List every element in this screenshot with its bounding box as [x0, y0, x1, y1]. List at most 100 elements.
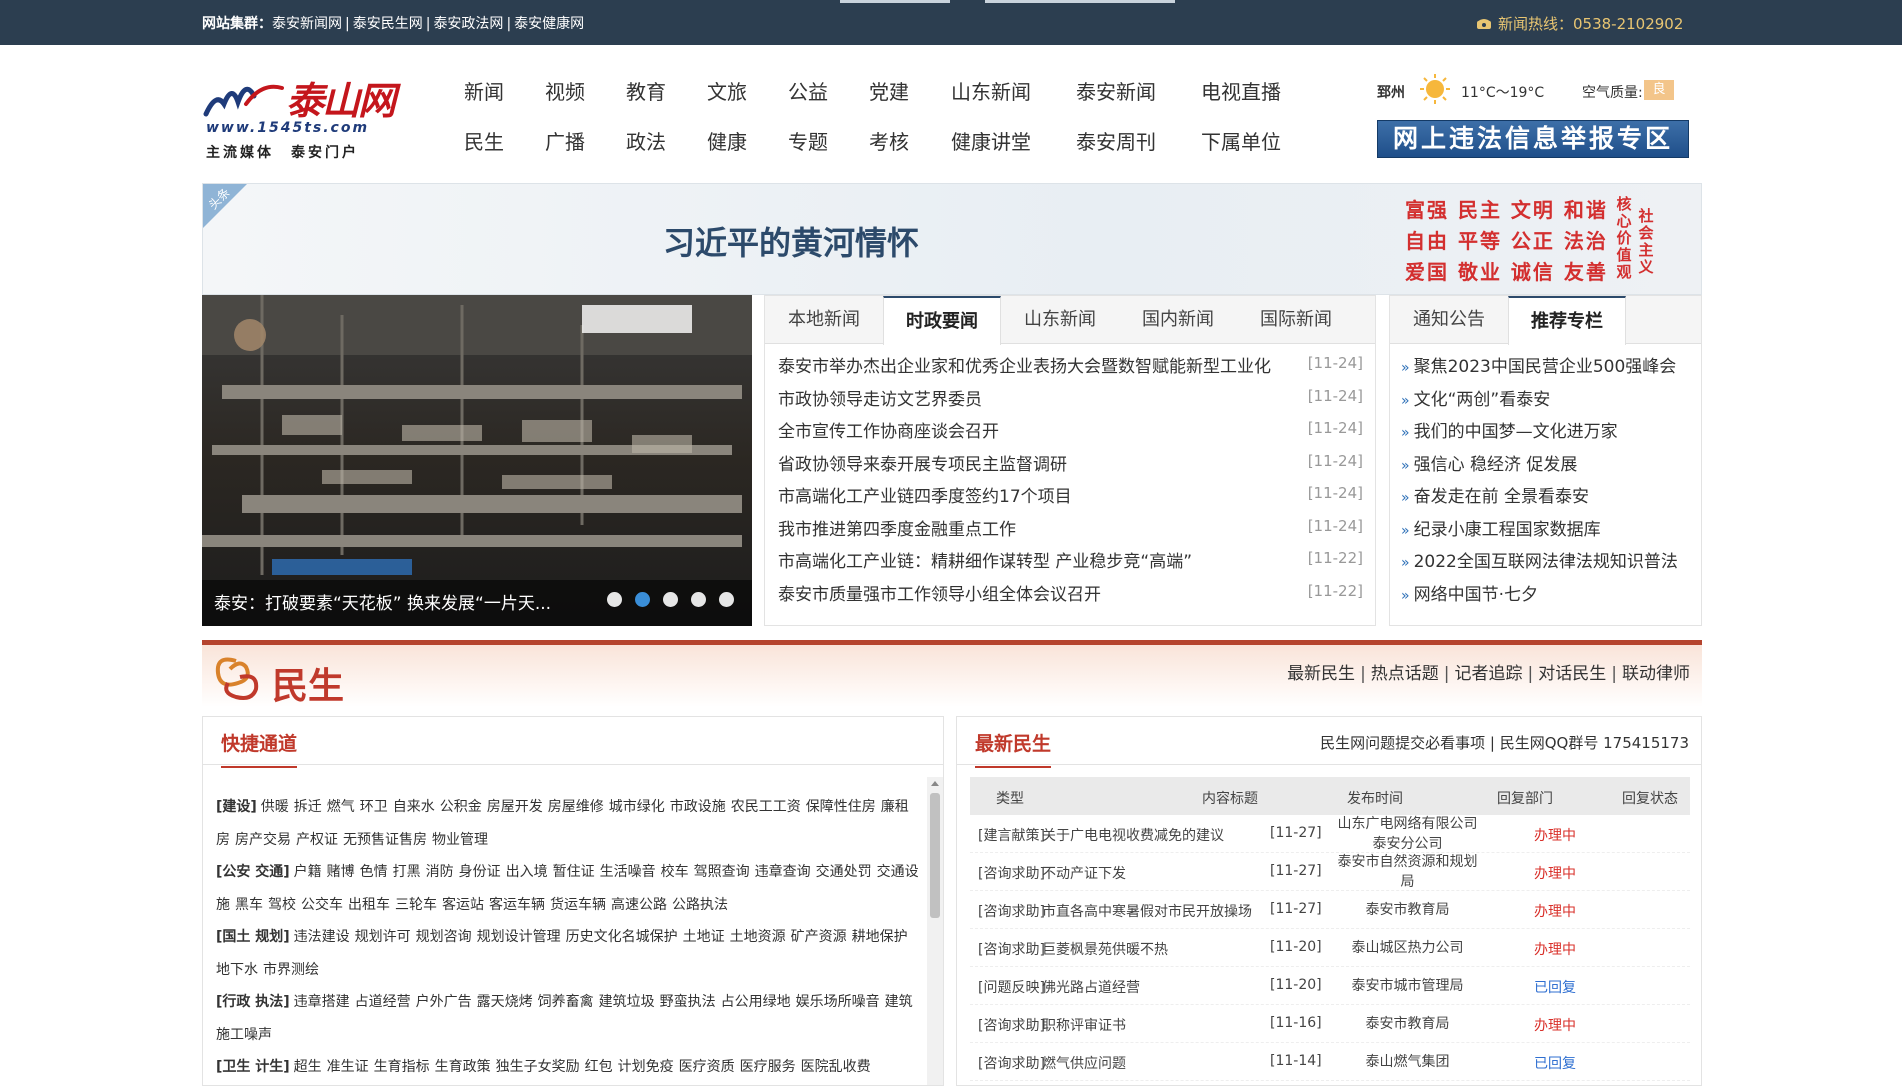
recommend-item[interactable]: » 网络中国节·七夕 [1401, 576, 1697, 609]
quick-channel-scrollbar[interactable] [927, 777, 943, 1085]
nav-item[interactable]: 泰安周刊 [1076, 126, 1156, 155]
quick-link[interactable]: 生育指标 [374, 1059, 430, 1075]
core-values[interactable]: 富强 民主 文明 和谐 自由 平等 公正 法治 爱国 敬业 诚信 友善 核心价值… [1405, 192, 1654, 288]
quick-link[interactable]: 土地资源 [730, 929, 786, 945]
quick-link[interactable]: 市界测绘 [263, 962, 319, 978]
table-row[interactable]: [咨询求助] 市直各高中寒暑假对市民开放操场 [11-27] 泰安市教育局 办理中 [970, 891, 1690, 929]
tab-local-news[interactable]: 本地新闻 [765, 296, 883, 344]
quick-link[interactable]: 三轮车 [395, 897, 437, 913]
quick-link[interactable]: 户籍 [294, 864, 322, 880]
nav-item[interactable]: 电视直播 [1201, 76, 1281, 105]
quick-link[interactable]: 消防 [426, 864, 454, 880]
nav-item[interactable]: 泰安新闻 [1076, 76, 1156, 105]
quick-link[interactable]: 供暖 [261, 799, 289, 815]
quick-link[interactable]: 户外广告 [416, 994, 472, 1010]
quick-link[interactable]: 打黑 [393, 864, 421, 880]
minsheng-link[interactable]: 记者追踪 [1455, 664, 1523, 684]
tab-domestic-news[interactable]: 国内新闻 [1119, 296, 1237, 344]
cluster-link[interactable]: 泰安民生网 [353, 16, 423, 32]
quick-link[interactable]: 准生证 [327, 1059, 369, 1075]
nav-item[interactable]: 广播 [545, 126, 585, 155]
quick-link[interactable]: 暂住证 [553, 864, 595, 880]
quick-link[interactable]: 公交车 [301, 897, 343, 913]
quick-link[interactable]: 占公用绿地 [721, 994, 791, 1010]
quick-link[interactable]: 生育政策 [435, 1059, 491, 1075]
quick-link[interactable]: 医院乱收费 [801, 1059, 871, 1075]
quick-link[interactable]: 驾校 [268, 897, 296, 913]
quick-link[interactable]: 超生 [294, 1059, 322, 1075]
quick-link[interactable]: 驾照查询 [694, 864, 750, 880]
quick-link[interactable]: 计划免疫 [618, 1059, 674, 1075]
news-item[interactable]: 泰安市质量强市工作领导小组全体会议召开 [11-22] [778, 576, 1363, 609]
quick-link[interactable]: 露天烧烤 [477, 994, 533, 1010]
table-row[interactable]: [咨询求助] 燃气供应问题 [11-14] 泰山燃气集团 已回复 [970, 1043, 1690, 1081]
quick-link[interactable]: 地下水 [216, 962, 258, 978]
quick-link[interactable]: 生活噪音 [600, 864, 656, 880]
qq-group-link[interactable]: 民生网QQ群号 175415173 [1500, 734, 1689, 752]
cell-title[interactable]: 关于广电电视收费减免的建议 [1042, 825, 1224, 845]
nav-item[interactable]: 下属单位 [1201, 126, 1281, 155]
quick-link[interactable]: 建筑垃圾 [599, 994, 655, 1010]
quick-link[interactable]: 独生子女奖励 [496, 1059, 580, 1075]
quick-link[interactable]: 农民工工资 [731, 799, 801, 815]
quick-link[interactable]: 校车 [661, 864, 689, 880]
quick-link[interactable]: 红包 [585, 1059, 613, 1075]
recommend-item[interactable]: » 奋发走在前 全景看泰安 [1401, 478, 1697, 511]
quick-link[interactable]: 违章搭建 [294, 994, 350, 1010]
quick-link[interactable]: 违法建设 [294, 929, 350, 945]
quick-link[interactable]: 房产交易 [235, 832, 291, 848]
headline-title[interactable]: 习近平的黄河情怀 [663, 218, 919, 264]
quick-link[interactable]: 客运车辆 [489, 897, 545, 913]
report-banner[interactable]: 网上违法信息举报专区 [1377, 120, 1689, 158]
cell-title[interactable]: 市直各高中寒暑假对市民开放操场 [1042, 901, 1252, 921]
quick-link[interactable]: 环卫 [360, 799, 388, 815]
cluster-link[interactable]: 泰安政法网 [433, 16, 503, 32]
recommend-item[interactable]: » 文化“两创”看泰安 [1401, 381, 1697, 414]
minsheng-link[interactable]: 对话民生 [1538, 664, 1606, 684]
nav-item[interactable]: 健康 [707, 126, 747, 155]
tab-notices[interactable]: 通知公告 [1390, 296, 1508, 344]
quick-link[interactable]: 城市绿化 [609, 799, 665, 815]
quick-link[interactable]: 无预售证售房 [343, 832, 427, 848]
slider-dot[interactable] [663, 592, 678, 607]
quick-link[interactable]: 色情 [360, 864, 388, 880]
nav-item[interactable]: 新闻 [464, 76, 504, 105]
quick-link[interactable]: 交通处罚 [816, 864, 872, 880]
news-item[interactable]: 泰安市举办杰出企业家和优秀企业表扬大会暨数智赋能新型工业化 [11-24] [778, 348, 1363, 381]
slider-dot[interactable] [719, 592, 734, 607]
nav-item[interactable]: 专题 [788, 126, 828, 155]
nav-item[interactable]: 文旅 [707, 76, 747, 105]
news-item[interactable]: 我市推进第四季度金融重点工作 [11-24] [778, 511, 1363, 544]
quick-link[interactable]: 违章查询 [755, 864, 811, 880]
quick-link[interactable]: 历史文化名城保护 [566, 929, 678, 945]
nav-item[interactable]: 考核 [869, 126, 909, 155]
cell-title[interactable]: 不动产证下发 [1042, 863, 1126, 883]
cluster-link[interactable]: 泰安健康网 [514, 16, 584, 32]
table-row[interactable]: [建言献策] 关于广电电视收费减免的建议 [11-27] 山东广电网络有限公司泰安分公… [970, 815, 1690, 853]
recommend-item[interactable]: » 聚焦2023中国民营企业500强峰会 [1401, 348, 1697, 381]
nav-item[interactable]: 山东新闻 [951, 76, 1031, 105]
nav-item[interactable]: 民生 [464, 126, 504, 155]
cluster-link[interactable]: 泰安新闻网 [272, 16, 342, 32]
submit-notice-link[interactable]: 民生网问题提交必看事项 [1320, 734, 1485, 752]
quick-link[interactable]: 房屋维修 [548, 799, 604, 815]
nav-item[interactable]: 政法 [626, 126, 666, 155]
nav-item[interactable]: 公益 [788, 76, 828, 105]
cell-title[interactable]: 巨菱枫景苑供暖不热 [1042, 939, 1168, 959]
quick-link[interactable]: 高速公路 [611, 897, 667, 913]
news-item[interactable]: 市政协领导走访文艺界委员 [11-24] [778, 381, 1363, 414]
slider-dot[interactable] [691, 592, 706, 607]
table-row[interactable]: [问题反映] 佛光路占道经营 [11-20] 泰安市城市管理局 已回复 [970, 967, 1690, 1005]
quick-link[interactable]: 娱乐场所噪音 [796, 994, 880, 1010]
image-slider[interactable]: 泰安：打破要素“天花板” 换来发展“一片天... [202, 295, 752, 626]
quick-link[interactable]: 出入境 [506, 864, 548, 880]
scroll-thumb[interactable] [930, 793, 940, 918]
news-item[interactable]: 市高端化工产业链：精耕细作谋转型 产业稳步竞“高端” [11-22] [778, 543, 1363, 576]
tab-politics-news[interactable]: 时政要闻 [883, 296, 1001, 345]
quick-link[interactable]: 出租车 [348, 897, 390, 913]
minsheng-link[interactable]: 最新民生 [1287, 664, 1355, 684]
site-logo[interactable]: 泰山网 www.1545ts.com 主流媒体 泰安门户 [202, 70, 407, 162]
recommend-item[interactable]: » 纪录小康工程国家数据库 [1401, 511, 1697, 544]
nav-item[interactable]: 教育 [626, 76, 666, 105]
quick-link[interactable]: 规划许可 [355, 929, 411, 945]
